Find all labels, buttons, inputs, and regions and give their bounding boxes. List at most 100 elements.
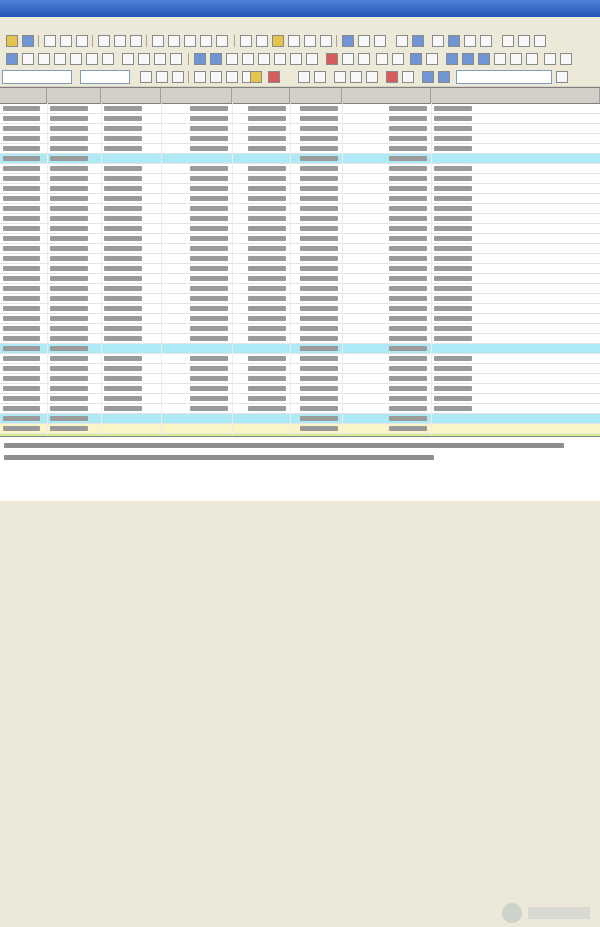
line-icon[interactable] [376,53,388,65]
formula-icon[interactable] [304,35,316,47]
map-icon[interactable] [544,53,556,65]
db-icon[interactable] [412,35,424,47]
subtotal-row[interactable] [0,344,600,354]
format-icon[interactable] [402,71,414,83]
table-row[interactable] [0,374,600,384]
area-icon[interactable] [510,53,522,65]
table-row[interactable] [0,354,600,364]
table-row[interactable] [0,184,600,194]
lock-icon[interactable] [396,35,408,47]
chart2-icon[interactable] [446,53,458,65]
brush-icon[interactable] [350,71,362,83]
insert-row-icon[interactable] [226,53,238,65]
bar-icon[interactable] [478,53,490,65]
number-icon[interactable] [138,53,150,65]
redo-icon[interactable] [216,35,228,47]
find-icon[interactable] [240,35,252,47]
align-center-icon[interactable] [210,71,222,83]
layout-icon[interactable] [410,53,422,65]
font-size-select[interactable] [80,70,130,84]
fill-color-icon[interactable] [250,71,262,83]
delete-row-icon[interactable] [242,53,254,65]
menu-report[interactable] [292,19,328,30]
table-row[interactable] [0,134,600,144]
menu-format[interactable] [218,19,254,30]
table-row[interactable] [0,294,600,304]
table-row[interactable] [0,224,600,234]
image-icon[interactable] [342,53,354,65]
table-row[interactable] [0,314,600,324]
italic-icon[interactable] [156,71,168,83]
font-name-select[interactable] [2,70,72,84]
table-row[interactable] [0,194,600,204]
table-row[interactable] [0,394,600,404]
arrow-icon[interactable] [480,35,492,47]
menu-data[interactable] [256,19,292,30]
col-header-customer[interactable] [47,88,101,103]
table-row[interactable] [0,214,600,224]
link-icon[interactable] [6,53,18,65]
page-setup-icon[interactable] [76,35,88,47]
table-row[interactable] [0,324,600,334]
table-row[interactable] [0,164,600,174]
menu-file[interactable] [2,19,38,30]
subtotal-row[interactable] [0,154,600,164]
subtotal-row[interactable] [0,414,600,424]
col-header-product[interactable] [0,88,47,103]
note-icon[interactable] [22,53,34,65]
delete-col-icon[interactable] [274,53,286,65]
pencil-icon[interactable] [518,35,530,47]
table-row[interactable] [0,124,600,134]
table-row[interactable] [0,284,600,294]
menu-row-header[interactable] [168,19,204,30]
open-icon[interactable] [6,35,18,47]
table-row[interactable] [0,404,600,414]
line-chart-icon[interactable] [494,53,506,65]
print-icon[interactable] [44,35,56,47]
table-row[interactable] [0,304,600,314]
pen-icon[interactable] [502,35,514,47]
percent-icon[interactable] [102,53,114,65]
underline-icon[interactable] [172,71,184,83]
undo-icon[interactable] [200,35,212,47]
insert-col-icon[interactable] [258,53,270,65]
font-color-icon[interactable] [54,53,66,65]
col-header-amount[interactable] [342,88,431,103]
menu-help[interactable] [400,19,436,30]
border-icon[interactable] [290,53,302,65]
menu-column[interactable] [104,19,140,30]
print-preview-icon[interactable] [60,35,72,47]
merge-cells-icon[interactable] [422,71,434,83]
decimal-icon[interactable] [122,53,134,65]
omega-icon[interactable] [288,35,300,47]
page-icon[interactable] [38,53,50,65]
copy-icon[interactable] [168,35,180,47]
check-icon[interactable] [464,35,476,47]
table-grid-icon[interactable] [314,71,326,83]
col-header-discount[interactable] [232,88,290,103]
save-icon[interactable] [22,35,34,47]
draw-icon[interactable] [358,53,370,65]
paste-icon[interactable] [184,35,196,47]
frame-icon[interactable] [374,35,386,47]
table-row[interactable] [0,274,600,284]
menu-edit[interactable] [34,19,70,30]
table-icon[interactable] [342,35,354,47]
rect-icon[interactable] [392,53,404,65]
pie-icon[interactable] [462,53,474,65]
border-style-icon[interactable] [298,71,310,83]
table-row[interactable] [0,114,600,124]
table-row[interactable] [0,174,600,184]
table-row[interactable] [0,104,600,114]
window-icon[interactable] [432,35,444,47]
formula-bar-icon[interactable] [556,71,568,83]
zoom-icon[interactable] [256,35,268,47]
table-row[interactable] [0,334,600,344]
align-left-icon[interactable] [194,71,206,83]
filter-icon[interactable] [170,53,182,65]
split-icon[interactable] [210,53,222,65]
shading-icon[interactable] [306,53,318,65]
highlight-icon[interactable] [326,53,338,65]
symbol-icon[interactable] [320,35,332,47]
bold-icon[interactable] [140,71,152,83]
